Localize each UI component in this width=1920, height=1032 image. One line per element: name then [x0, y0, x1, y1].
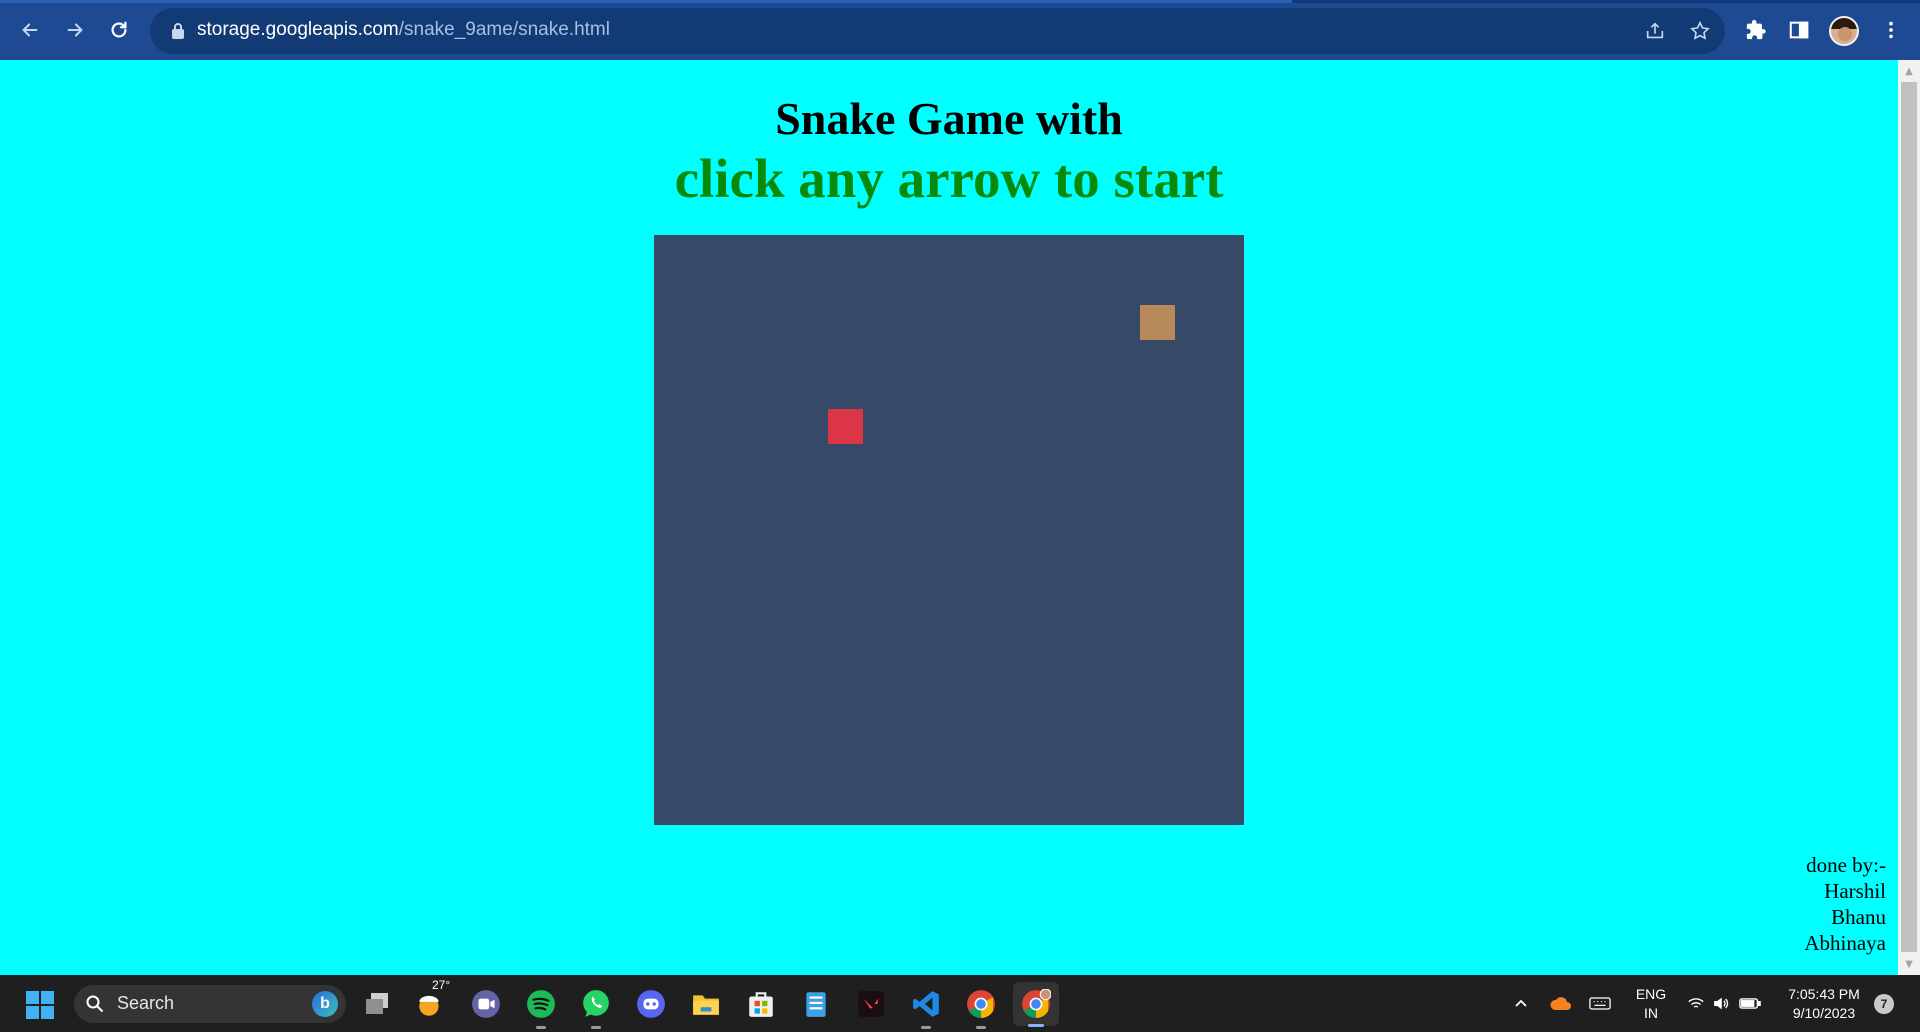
running-indicator [921, 1026, 931, 1029]
url-host: storage.googleapis.com [197, 19, 399, 40]
taskbar-search[interactable]: Search b [74, 985, 346, 1023]
spotify-icon[interactable] [524, 987, 558, 1029]
credit-name: Abhinaya [1804, 931, 1886, 955]
avatar-face [1838, 27, 1852, 41]
vs-code-icon[interactable] [909, 987, 943, 1029]
game-board[interactable] [654, 235, 1244, 825]
battery-icon[interactable] [1737, 975, 1763, 1032]
share-icon[interactable] [1644, 20, 1666, 42]
microsoft-store-icon[interactable] [744, 987, 778, 1021]
search-icon [86, 995, 104, 1013]
teams-icon[interactable] [469, 987, 503, 1021]
bing-icon[interactable]: b [312, 991, 338, 1017]
start-logo-pane [26, 1006, 39, 1019]
reload-icon[interactable] [101, 12, 137, 48]
whatsapp-icon[interactable] [579, 987, 613, 1029]
food-block [828, 409, 863, 444]
running-indicator [591, 1026, 601, 1029]
chrome-profile-icon[interactable] [1013, 982, 1059, 1027]
vertical-scrollbar[interactable]: ▲ ▼ [1898, 60, 1920, 975]
chevron-up-icon[interactable] [1509, 975, 1533, 1032]
volume-icon[interactable] [1710, 975, 1734, 1032]
scroll-thumb[interactable] [1901, 82, 1917, 952]
clock-time: 7:05:43 PM [1788, 986, 1860, 1002]
profile-avatar[interactable] [1829, 16, 1859, 46]
browser-toolbar: storage.googleapis.com/snake_9ame/snake.… [0, 0, 1920, 60]
snake-head [1140, 305, 1175, 340]
region-code: IN [1644, 1005, 1658, 1021]
more-menu-icon[interactable] [1878, 17, 1904, 43]
weather-widget-icon[interactable] [413, 987, 447, 1021]
back-icon[interactable] [12, 12, 48, 48]
star-icon[interactable] [1689, 20, 1711, 42]
start-logo-pane [41, 991, 54, 1004]
discord-icon[interactable] [634, 987, 668, 1021]
credit-name: Bhanu [1831, 905, 1886, 929]
wifi-icon[interactable] [1684, 975, 1708, 1032]
notepad-icon[interactable] [799, 987, 833, 1021]
side-panel-icon[interactable] [1786, 17, 1812, 43]
language-indicator[interactable]: ENG IN [1631, 985, 1671, 1023]
start-logo-pane [26, 991, 39, 1004]
keyboard-icon[interactable] [1586, 975, 1614, 1032]
windows-start-icon[interactable] [26, 991, 54, 1019]
task-view-icon[interactable] [360, 987, 394, 1021]
lock-icon[interactable] [170, 22, 186, 40]
chrome-icon[interactable] [964, 987, 998, 1029]
url-path: /snake_9ame/snake.html [398, 19, 610, 40]
language-code: ENG [1635, 986, 1667, 1002]
onedrive-cloud-icon[interactable] [1547, 975, 1575, 1032]
notification-badge[interactable]: 7 [1874, 994, 1894, 1014]
weather-temp: 27° [432, 978, 451, 992]
page-content: Snake Game with click any arrow to start… [0, 60, 1898, 975]
credit-name: Harshil [1824, 879, 1886, 903]
active-indicator [1028, 1024, 1044, 1027]
forward-icon[interactable] [57, 12, 93, 48]
active-tab-highlight [0, 0, 1292, 3]
running-indicator [536, 1026, 546, 1029]
start-logo-pane [41, 1006, 54, 1019]
credits: done by:- Harshil Bhanu Abhinaya [1804, 852, 1886, 956]
credits-heading: done by:- [1806, 853, 1886, 877]
start-instruction: click any arrow to start [674, 148, 1224, 209]
scroll-up-icon[interactable]: ▲ [1898, 62, 1920, 80]
address-bar[interactable]: storage.googleapis.com/snake_9ame/snake.… [150, 8, 1725, 54]
search-label: Search [117, 993, 175, 1013]
running-indicator [976, 1026, 986, 1029]
valorant-icon[interactable] [854, 987, 888, 1021]
system-clock[interactable]: 7:05:43 PM 9/10/2023 [1773, 985, 1875, 1023]
file-explorer-icon[interactable] [689, 987, 723, 1021]
scroll-down-icon[interactable]: ▼ [1898, 955, 1920, 973]
url-text[interactable]: storage.googleapis.com/snake_9ame/snake.… [197, 19, 610, 41]
extensions-icon[interactable] [1743, 17, 1769, 43]
page-title: Snake Game with [775, 93, 1123, 144]
tab-strip-edge [0, 0, 1920, 3]
taskbar: Search b 27° ENG IN 7:05:43 PM 9/10/2023… [0, 975, 1920, 1032]
clock-date: 9/10/2023 [1792, 1005, 1856, 1021]
